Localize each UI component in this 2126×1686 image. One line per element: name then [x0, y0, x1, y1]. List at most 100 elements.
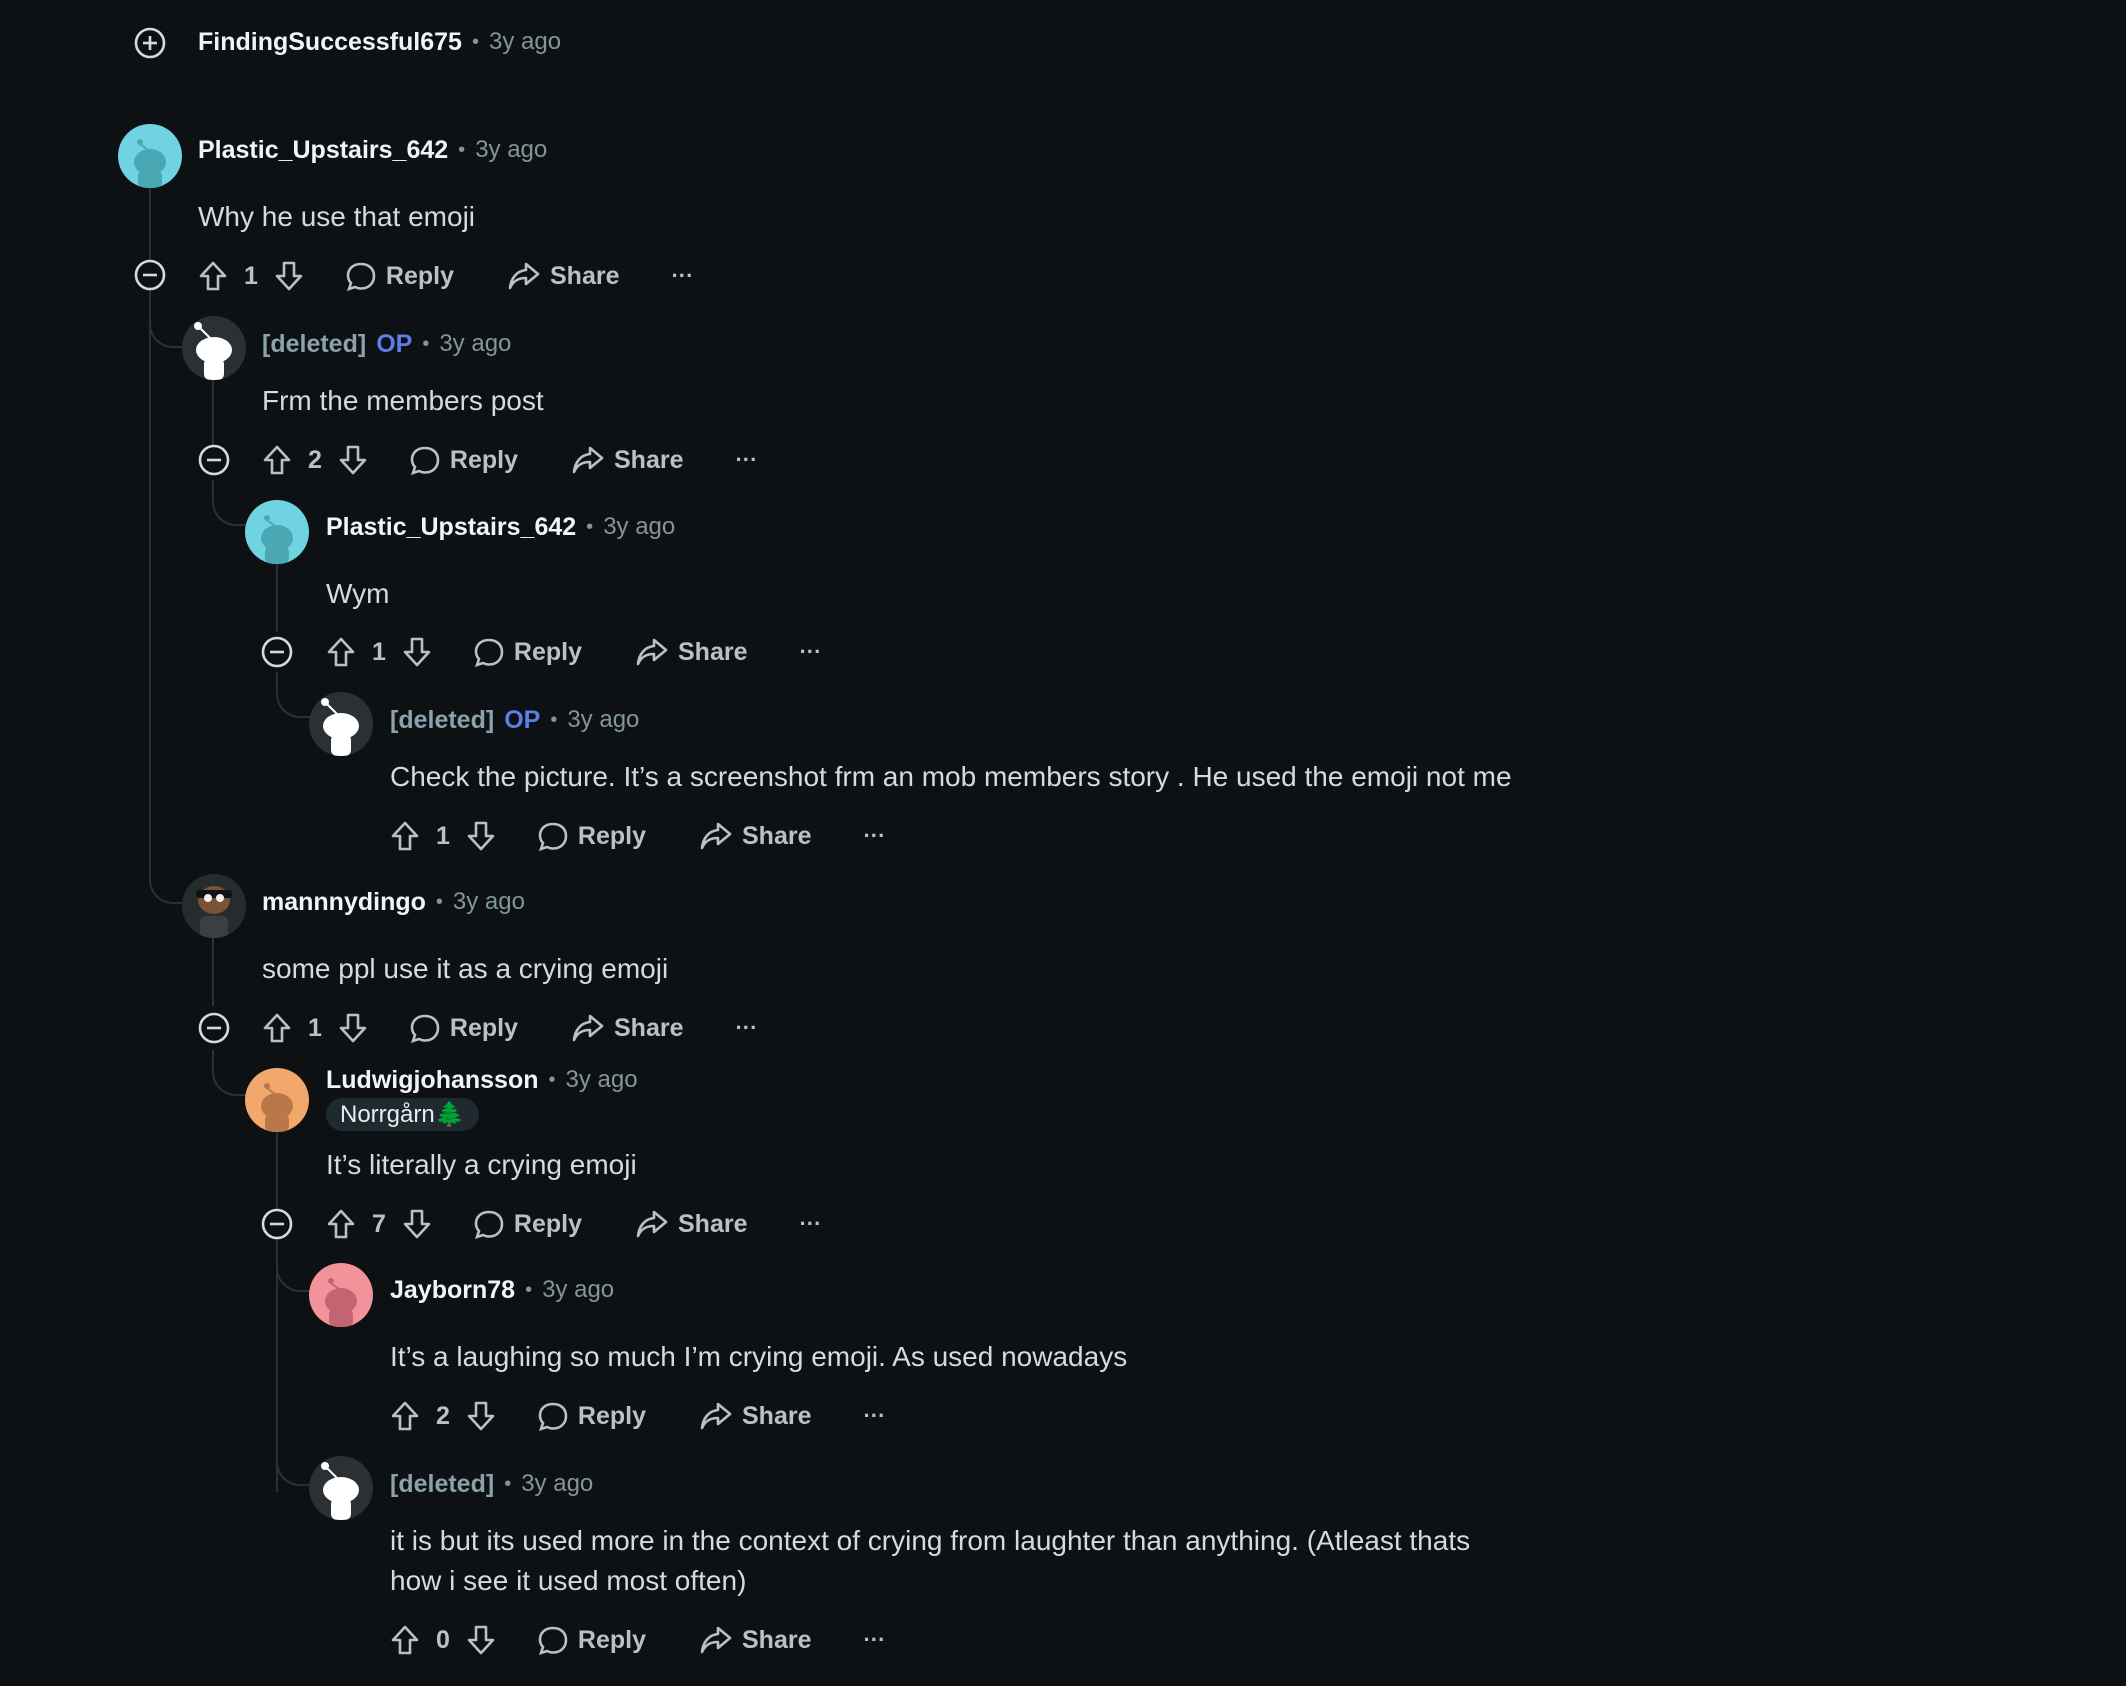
flair-label: Norrgårn🌲: [326, 1098, 479, 1131]
avatar[interactable]: [309, 1456, 373, 1520]
reply-button[interactable]: Reply: [536, 1399, 646, 1433]
timestamp: 3y ago: [521, 1470, 594, 1497]
downvote-icon[interactable]: [464, 1623, 498, 1657]
username-link[interactable]: Jayborn78: [390, 1276, 515, 1305]
reply-label: Reply: [449, 1013, 518, 1042]
timestamp: 3y ago: [567, 706, 640, 733]
username-link: [deleted]: [390, 1469, 495, 1498]
expand-icon[interactable]: [133, 26, 167, 60]
avatar[interactable]: [245, 500, 309, 564]
avatar[interactable]: [309, 1263, 373, 1327]
username-link[interactable]: Ludwigjohansson: [326, 1066, 539, 1095]
share-label: Share: [678, 1209, 748, 1238]
share-icon: [700, 822, 732, 850]
comment-body-line: how i see it used most often): [390, 1565, 747, 1596]
share-label: Share: [678, 637, 748, 666]
comment-bubble-icon: [538, 1402, 568, 1432]
share-button[interactable]: Share: [634, 635, 747, 669]
reply-button[interactable]: Reply: [472, 1207, 582, 1241]
more-options-button[interactable]: ···: [863, 823, 885, 849]
share-button[interactable]: Share: [698, 1399, 811, 1433]
avatar[interactable]: [309, 692, 373, 756]
avatar[interactable]: [182, 874, 246, 938]
collapse-icon[interactable]: [260, 635, 294, 669]
upvote-icon[interactable]: [260, 1011, 294, 1045]
share-button[interactable]: Share: [570, 443, 683, 477]
reply-button[interactable]: Reply: [344, 259, 454, 293]
thread-branch: [212, 480, 250, 526]
reply-button[interactable]: Reply: [536, 819, 646, 853]
comment-actions: 0 Reply Share ···: [388, 1618, 885, 1662]
more-options-button[interactable]: ···: [799, 639, 821, 665]
separator-dot: •: [525, 1278, 533, 1301]
downvote-icon[interactable]: [400, 1207, 434, 1241]
reply-button[interactable]: Reply: [472, 635, 582, 669]
downvote-icon[interactable]: [400, 635, 434, 669]
comment-bubble-icon: [346, 262, 376, 292]
downvote-icon[interactable]: [464, 1399, 498, 1433]
more-options-button[interactable]: ···: [863, 1627, 885, 1653]
avatar[interactable]: [118, 124, 182, 188]
upvote-icon[interactable]: [388, 819, 422, 853]
share-button[interactable]: Share: [634, 1207, 747, 1241]
collapse-icon[interactable]: [197, 1011, 231, 1045]
thread-branch: [149, 856, 187, 904]
comment-body: Frm the members post: [262, 385, 544, 416]
upvote-icon[interactable]: [324, 635, 358, 669]
username-link[interactable]: Plastic_Upstairs_642: [198, 136, 448, 165]
reply-button[interactable]: Reply: [536, 1623, 646, 1657]
downvote-icon[interactable]: [336, 1011, 370, 1045]
vote-count: 0: [436, 1625, 450, 1654]
vote-count: 7: [372, 1209, 386, 1238]
more-options-button[interactable]: ···: [799, 1211, 821, 1237]
collapse-icon[interactable]: [133, 258, 167, 292]
upvote-icon[interactable]: [324, 1207, 358, 1241]
avatar[interactable]: [182, 316, 246, 380]
snoo-avatar-icon: [321, 698, 359, 756]
upvote-icon[interactable]: [388, 1399, 422, 1433]
more-options-button[interactable]: ···: [863, 1403, 885, 1429]
username-link: [deleted]: [390, 705, 495, 734]
comment-bubble-icon: [538, 822, 568, 852]
share-label: Share: [742, 1625, 812, 1654]
avatar[interactable]: [245, 1068, 309, 1132]
comment-meta: Ludwigjohansson • 3y ago: [326, 1060, 638, 1100]
username-link[interactable]: Plastic_Upstairs_642: [326, 513, 576, 542]
upvote-icon[interactable]: [260, 443, 294, 477]
vote-count: 1: [244, 261, 258, 290]
downvote-icon[interactable]: [336, 443, 370, 477]
downvote-icon[interactable]: [464, 819, 498, 853]
comment-meta: [deleted] OP • 3y ago: [390, 700, 639, 740]
share-icon: [700, 1402, 732, 1430]
collapse-icon[interactable]: [260, 1207, 294, 1241]
upvote-icon[interactable]: [196, 259, 230, 293]
share-icon: [572, 1014, 604, 1042]
share-button[interactable]: Share: [698, 819, 811, 853]
share-icon: [572, 446, 604, 474]
snoo-avatar-icon: [194, 322, 232, 380]
username-link[interactable]: FindingSuccessful675: [198, 28, 462, 57]
collapse-icon[interactable]: [197, 443, 231, 477]
share-button[interactable]: Share: [570, 1011, 683, 1045]
share-button[interactable]: Share: [698, 1623, 811, 1657]
share-label: Share: [614, 1013, 684, 1042]
comment-actions: 2 Reply Share ···: [388, 1394, 885, 1438]
reply-button[interactable]: Reply: [408, 1011, 518, 1045]
upvote-icon[interactable]: [388, 1623, 422, 1657]
more-options-button[interactable]: ···: [735, 1015, 757, 1041]
comment-bubble-icon: [538, 1626, 568, 1656]
comment-body: Wym: [326, 578, 390, 609]
reply-button[interactable]: Reply: [408, 443, 518, 477]
thread-line: [276, 562, 278, 632]
share-button[interactable]: Share: [506, 259, 619, 293]
reply-label: Reply: [449, 445, 518, 474]
comment-meta: mannnydingo • 3y ago: [262, 882, 525, 922]
downvote-icon[interactable]: [272, 259, 306, 293]
thread-branch: [276, 1244, 314, 1292]
more-options-button[interactable]: ···: [735, 447, 757, 473]
username-link[interactable]: mannnydingo: [262, 888, 426, 917]
thread-branch: [276, 672, 314, 718]
reply-label: Reply: [577, 1625, 646, 1654]
more-options-button[interactable]: ···: [671, 263, 693, 289]
thread-branch: [149, 300, 187, 348]
